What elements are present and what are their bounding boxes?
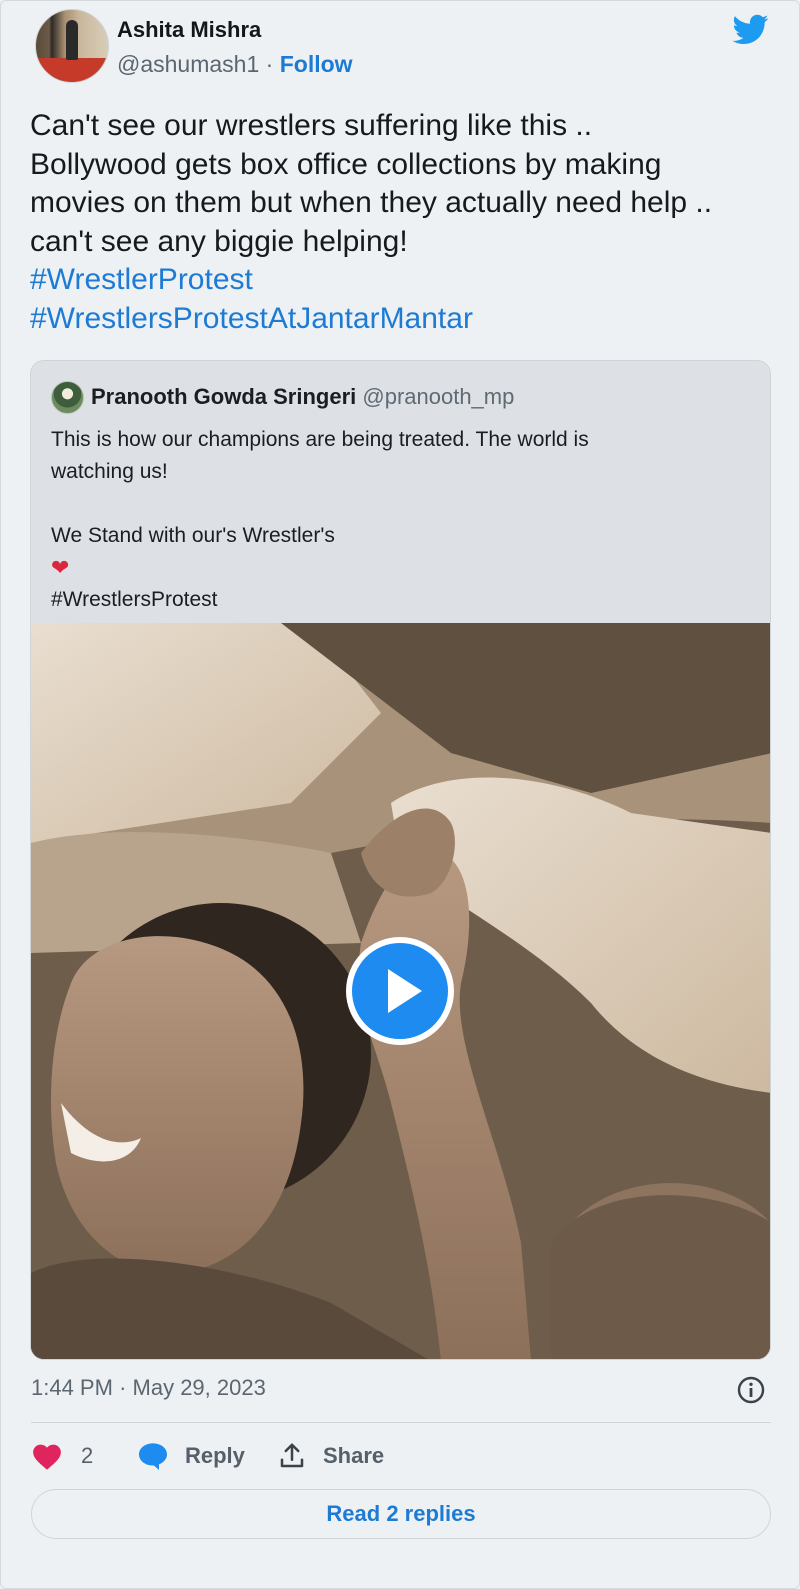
tweet-line: movies on them but when they actually ne… — [30, 186, 713, 219]
reply-button[interactable]: Reply — [137, 1436, 245, 1476]
read-replies-button[interactable]: Read 2 replies — [31, 1489, 771, 1539]
red-heart-emoji: ❤ — [51, 555, 70, 580]
quoted-tweet-text: This is how our champions are being trea… — [51, 424, 751, 616]
like-count: 2 — [81, 1443, 94, 1468]
quoted-author-name[interactable]: Pranooth Gowda Sringeri — [91, 384, 356, 409]
tweet-line: Bollywood gets box office collections by… — [30, 147, 662, 181]
quoted-line: This is how our champions are being trea… — [51, 428, 589, 451]
quoted-author-handle[interactable]: @pranooth_mp — [362, 384, 514, 409]
heart-icon — [33, 1444, 61, 1470]
author-name[interactable]: Ashita Mishra — [117, 17, 261, 43]
tweet-time: 1:44 PM — [31, 1375, 113, 1400]
tweet-timestamp[interactable]: 1:44 PM · May 29, 2023 — [31, 1375, 266, 1401]
info-icon[interactable] — [736, 1375, 766, 1405]
read-replies-label: Read 2 replies — [326, 1501, 476, 1526]
quoted-blank-line — [51, 488, 751, 520]
footer-divider — [31, 1422, 771, 1423]
quoted-line: watching us! — [51, 460, 168, 483]
tweet-body: Can't see our wrestlers suffering like t… — [30, 107, 770, 338]
play-button[interactable] — [346, 937, 454, 1045]
share-button[interactable]: Share — [277, 1436, 384, 1476]
author-handle-row: @ashumash1 · Follow — [117, 51, 353, 78]
quoted-tweet[interactable]: Pranooth Gowda Sringeri @pranooth_mp Thi… — [30, 360, 771, 1360]
timestamp-separator: · — [119, 1375, 127, 1400]
handle-separator: · — [265, 51, 274, 77]
reply-bubble-icon — [139, 1443, 167, 1470]
reply-label: Reply — [185, 1443, 245, 1468]
tweet-card: Ashita Mishra @ashumash1 · Follow Can't … — [0, 0, 800, 1589]
follow-link[interactable]: Follow — [280, 51, 353, 77]
share-icon — [280, 1443, 304, 1468]
play-icon — [388, 969, 422, 1013]
hashtag-link[interactable]: #WrestlerProtest — [30, 261, 770, 300]
hashtag-link[interactable]: #WrestlersProtestAtJantarMantar — [30, 300, 770, 339]
share-label: Share — [323, 1443, 385, 1468]
quoted-author-avatar[interactable] — [51, 381, 84, 414]
tweet-line: Can't see our wrestlers suffering like t… — [30, 109, 593, 142]
like-button[interactable]: 2 — [31, 1436, 93, 1476]
author-handle[interactable]: @ashumash1 — [117, 51, 259, 77]
video-thumbnail[interactable] — [31, 623, 770, 1359]
avatar-floor — [36, 58, 108, 82]
quoted-hashtag[interactable]: #WrestlersProtest — [51, 584, 751, 616]
author-avatar[interactable] — [35, 9, 109, 83]
tweet-line: can't see any biggie helping! — [30, 224, 408, 258]
quoted-author-row: Pranooth Gowda Sringeri @pranooth_mp — [91, 384, 514, 410]
quoted-line-with-heart: We Stand with our's Wrestler's ❤ — [51, 520, 751, 584]
quoted-line: We Stand with our's Wrestler's — [51, 524, 335, 547]
avatar-figure — [66, 20, 78, 60]
tweet-date: May 29, 2023 — [132, 1375, 266, 1400]
twitter-bird-icon[interactable] — [731, 11, 771, 47]
